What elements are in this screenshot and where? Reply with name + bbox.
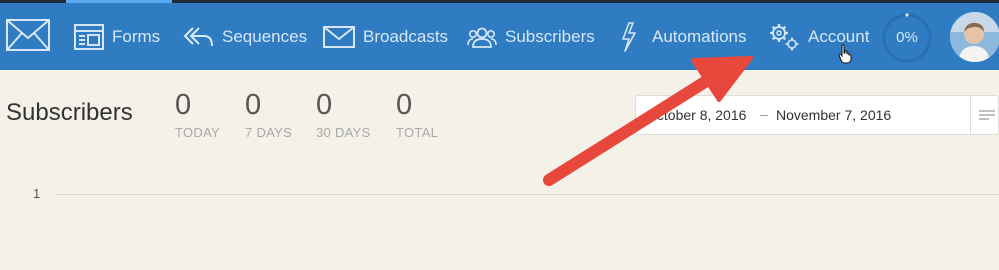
annotation-arrow-icon [543,56,753,186]
